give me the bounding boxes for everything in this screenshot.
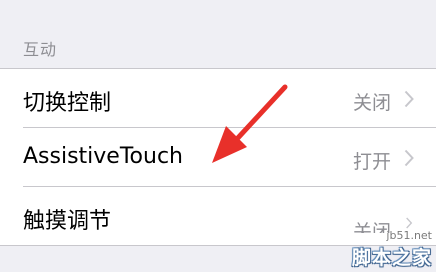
chevron-right-icon [404, 90, 414, 108]
watermark: jb51.net 脚本之家 [352, 229, 432, 270]
row-switch-control-label: 切换控制 [23, 91, 112, 116]
row-switch-control-value: 关闭 [352, 92, 391, 114]
section-header: 互动 [0, 0, 436, 68]
watermark-brand: 脚本之家 [351, 247, 432, 269]
chevron-right-icon [404, 149, 414, 167]
chevron-right-icon [406, 217, 413, 229]
row-assistivetouch[interactable]: AssistiveTouch 打开 [0, 128, 436, 187]
row-assistivetouch-label: AssistiveTouch [23, 144, 183, 169]
row-touch-accommodations-label: 触摸调节 [23, 209, 112, 234]
section-title: 互动 [23, 40, 58, 59]
row-assistivetouch-value: 打开 [352, 151, 391, 173]
row-switch-control[interactable]: 切换控制 关闭 [0, 69, 436, 128]
settings-group: 切换控制 关闭 AssistiveTouch 打开 触摸调节 关闭 [0, 68, 436, 246]
watermark-url: jb51.net [386, 229, 432, 242]
